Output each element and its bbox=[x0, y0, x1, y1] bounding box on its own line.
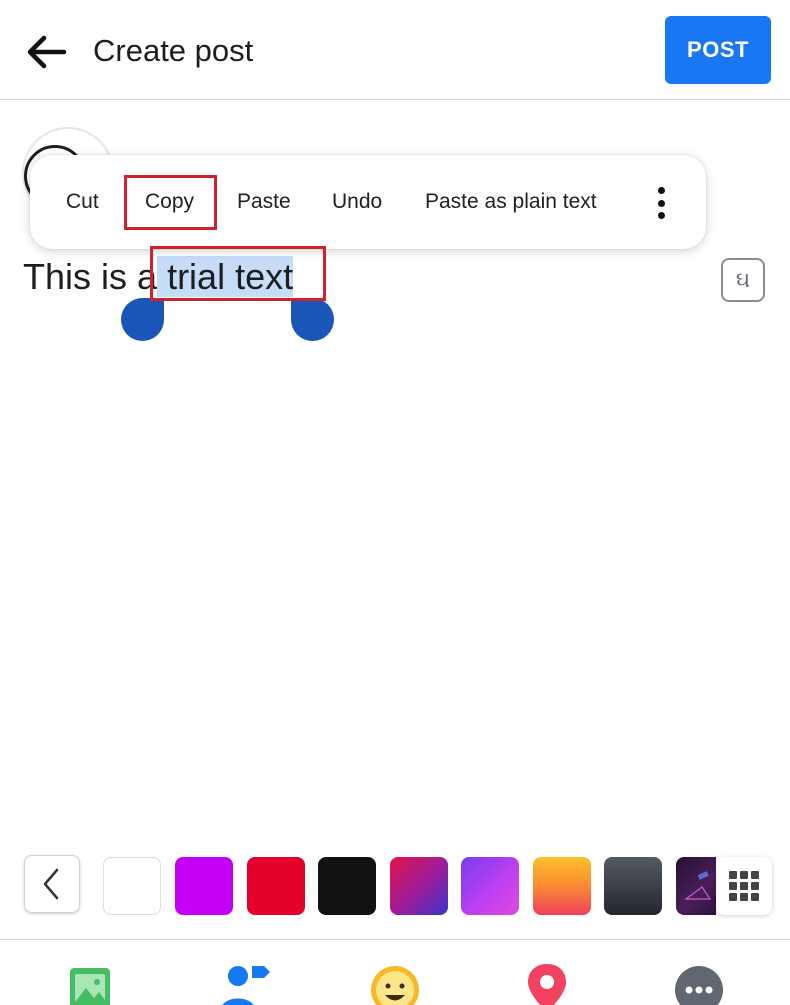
location-icon[interactable] bbox=[524, 962, 574, 1005]
chevron-left-icon bbox=[43, 868, 59, 900]
text-selection-toolbar: Cut Copy Paste Undo Paste as plain text bbox=[30, 155, 706, 249]
feeling-icon[interactable] bbox=[370, 962, 420, 1005]
paste-button[interactable]: Paste bbox=[237, 185, 291, 219]
paste-as-plain-text-button[interactable]: Paste as plain text bbox=[425, 185, 597, 219]
background-swatch-red[interactable] bbox=[247, 857, 305, 915]
background-swatch-magenta-blue[interactable] bbox=[390, 857, 448, 915]
space-art-icon bbox=[684, 871, 712, 900]
background-swatch-orange[interactable] bbox=[533, 857, 591, 915]
background-swatch-dark-gray[interactable] bbox=[604, 857, 662, 915]
background-swatch-space[interactable] bbox=[676, 857, 716, 915]
selected-text: trial text bbox=[167, 256, 294, 297]
more-options-icon[interactable] bbox=[674, 962, 724, 1005]
language-icon[interactable]: ઘ bbox=[721, 258, 765, 302]
background-swatch-black[interactable] bbox=[318, 857, 376, 915]
back-button[interactable] bbox=[22, 28, 70, 76]
selection-end-handle[interactable] bbox=[291, 298, 334, 341]
post-text-field[interactable]: This is a trial text bbox=[23, 256, 294, 298]
grid-icon[interactable] bbox=[716, 857, 772, 915]
tag-people-icon[interactable] bbox=[218, 962, 270, 1005]
page-title: Create post bbox=[93, 33, 254, 68]
cut-button[interactable]: Cut bbox=[66, 185, 99, 219]
bottom-toolbar bbox=[0, 939, 790, 1005]
background-picker bbox=[0, 855, 790, 919]
post-button[interactable]: POST bbox=[665, 16, 771, 84]
background-swatch-violet[interactable] bbox=[461, 857, 519, 915]
selection-start-handle[interactable] bbox=[121, 298, 164, 341]
more-vertical-icon[interactable] bbox=[649, 185, 673, 221]
post-text-unselected: This is a bbox=[23, 256, 158, 297]
photo-icon[interactable] bbox=[66, 962, 116, 1005]
undo-button[interactable]: Undo bbox=[332, 185, 382, 219]
background-swatch-purple[interactable] bbox=[175, 857, 233, 915]
post-text-selected[interactable]: trial text bbox=[157, 256, 294, 297]
background-swatch-white[interactable] bbox=[103, 857, 161, 915]
header: Create post POST bbox=[0, 0, 790, 100]
back-arrow-icon bbox=[27, 35, 67, 69]
collapse-backgrounds-button[interactable] bbox=[24, 855, 80, 913]
copy-button[interactable]: Copy bbox=[145, 185, 194, 219]
